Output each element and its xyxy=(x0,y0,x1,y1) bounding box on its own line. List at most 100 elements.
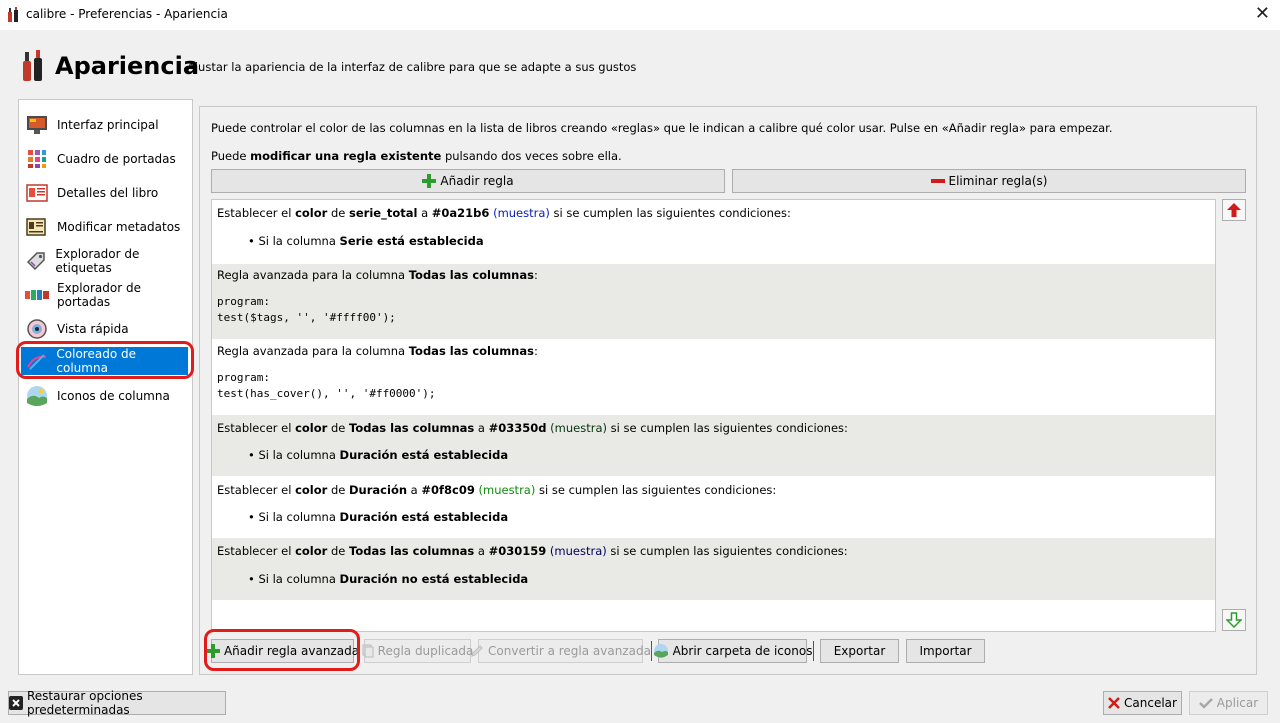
rule-text: Establecer el xyxy=(217,483,296,497)
rule-text: Establecer el xyxy=(217,206,296,220)
rule-color-value: #0f8c09 xyxy=(421,483,475,497)
rule-sample: (muestra) xyxy=(549,544,607,558)
sidebar-item-cuadro-de-portadas[interactable]: Cuadro de portadas xyxy=(21,144,190,174)
rule-text: a xyxy=(474,421,489,435)
sidebar-item-modificar-metadatos[interactable]: Modificar metadatos xyxy=(21,212,190,242)
intro-text: Puede controlar el color de las columnas… xyxy=(211,121,1113,135)
open-icons-label: Abrir carpeta de iconos xyxy=(672,644,813,658)
arrow-down-icon xyxy=(1226,612,1242,628)
hint-text: Puede modificar una regla existente puls… xyxy=(211,149,622,163)
rule-keyword: color xyxy=(295,421,328,435)
highlight-ring-sidebar xyxy=(16,341,194,379)
convert-rule-button[interactable]: Convertir a regla avanzada xyxy=(471,639,651,663)
landscape-icon xyxy=(25,384,49,408)
rule-text: de xyxy=(327,483,350,497)
add-rule-button[interactable]: Añadir regla xyxy=(211,169,725,193)
rule-condition-bold: Duración está establecida xyxy=(339,448,509,462)
apply-label: Aplicar xyxy=(1216,696,1259,710)
cover-browser-icon xyxy=(25,283,49,307)
sidebar-item-label: Detalles del libro xyxy=(57,186,159,200)
book-details-icon xyxy=(25,181,49,205)
rule-code: program: test($tags, '', '#ffff00'); xyxy=(217,295,396,324)
export-label: Exportar xyxy=(833,644,886,658)
close-icon[interactable]: ✕ xyxy=(1255,4,1270,24)
cancel-button[interactable]: Cancelar xyxy=(1103,691,1182,715)
rule-text: : xyxy=(533,344,538,358)
sidebar-item-label: Iconos de columna xyxy=(57,389,170,403)
rules-list[interactable]: Establecer el color de serie_total a #0a… xyxy=(211,199,1216,632)
calibre-app-icon xyxy=(8,7,18,22)
list-item[interactable]: Establecer el color de serie_total a #0a… xyxy=(212,200,1215,264)
sidebar-item-vista-rapida[interactable]: Vista rápida xyxy=(21,314,190,344)
sidebar-item-iconos-de-columna[interactable]: Iconos de columna xyxy=(21,381,190,411)
sidebar-item-explorador-de-portadas[interactable]: Explorador de portadas xyxy=(21,280,190,310)
monitor-icon xyxy=(25,113,49,137)
sidebar-item-label: Modificar metadatos xyxy=(57,220,181,234)
rule-text: : xyxy=(533,268,538,282)
rule-color-value: #03350d xyxy=(488,421,547,435)
arrow-up-icon xyxy=(1227,203,1241,217)
rule-color-value: #0a21b6 xyxy=(431,206,490,220)
sidebar-item-interfaz-principal[interactable]: Interfaz principal xyxy=(21,110,190,140)
rule-keyword: color xyxy=(295,544,328,558)
cancel-label: Cancelar xyxy=(1124,696,1177,710)
rule-text: de xyxy=(327,421,350,435)
tag-icon xyxy=(25,249,47,273)
rule-condition-bold: Duración está establecida xyxy=(339,510,509,524)
sidebar-item-label: Vista rápida xyxy=(57,322,129,336)
open-icons-folder-button[interactable]: Abrir carpeta de iconos xyxy=(653,639,812,663)
rule-condition: Si la columna xyxy=(258,572,340,586)
rule-sample: (muestra) xyxy=(493,206,550,220)
cover-grid-icon xyxy=(25,147,49,171)
rule-condition: Si la columna xyxy=(258,234,340,248)
move-down-button[interactable] xyxy=(1222,609,1246,631)
import-label: Importar xyxy=(919,644,972,658)
apply-button[interactable]: Aplicar xyxy=(1189,691,1268,715)
hint-prefix: Puede xyxy=(211,149,251,163)
rule-text: a xyxy=(474,544,489,558)
page-subtitle: Ajustar la apariencia de la interfaz de … xyxy=(187,60,637,74)
list-item[interactable]: Establecer el color de Duración a #0f8c0… xyxy=(212,476,1215,538)
list-item[interactable]: Establecer el color de Todas las columna… xyxy=(212,415,1215,476)
minus-icon xyxy=(930,174,945,188)
toolbar-separator xyxy=(813,641,814,661)
rule-keyword: color xyxy=(295,483,328,497)
rule-text: de xyxy=(327,206,350,220)
import-button[interactable]: Importar xyxy=(906,639,985,663)
convert-label: Convertir a regla avanzada xyxy=(488,644,651,658)
rule-column: Todas las columnas xyxy=(408,344,534,358)
sidebar-item-label: Interfaz principal xyxy=(57,118,159,132)
remove-rule-button[interactable]: Eliminar regla(s) xyxy=(732,169,1246,193)
duplicate-label: Regla duplicada xyxy=(377,644,474,658)
window-titlebar: calibre - Preferencias - Apariencia ✕ xyxy=(0,0,1280,30)
duplicate-rule-button[interactable]: Regla duplicada xyxy=(362,639,474,663)
landscape-icon xyxy=(653,643,669,659)
list-item[interactable]: Regla avanzada para la columna Todas las… xyxy=(212,339,1215,415)
restore-defaults-button[interactable]: Restaurar opciones predeterminadas xyxy=(8,689,226,717)
sidebar-item-label: Explorador de portadas xyxy=(57,281,141,309)
sidebar-item-label: Cuadro de portadas xyxy=(57,152,176,166)
rule-text: Establecer el xyxy=(217,421,296,435)
list-item[interactable]: Establecer el color de Todas las columna… xyxy=(212,538,1215,600)
sidebar-item-explorador-de-etiquetas[interactable]: Explorador de etiquetas xyxy=(21,246,190,276)
rule-text: Establecer el xyxy=(217,544,296,558)
rule-column: serie_total xyxy=(349,206,418,220)
remove-rule-label: Eliminar regla(s) xyxy=(948,174,1048,188)
rule-color-value: #030159 xyxy=(488,544,547,558)
pencil-icon xyxy=(470,644,484,658)
rule-column: Todas las columnas xyxy=(349,421,475,435)
list-item[interactable]: Regla avanzada para la columna Todas las… xyxy=(212,264,1215,339)
export-button[interactable]: Exportar xyxy=(820,639,899,663)
add-rule-label: Añadir regla xyxy=(440,174,514,188)
sidebar-item-detalles-del-libro[interactable]: Detalles del libro xyxy=(21,178,190,208)
restore-icon xyxy=(9,696,23,710)
rule-text: Regla avanzada para la columna xyxy=(217,344,409,358)
rule-text: si se cumplen las siguientes condiciones… xyxy=(606,421,848,435)
restore-label: Restaurar opciones predeterminadas xyxy=(27,689,143,717)
rule-column: Todas las columnas xyxy=(408,268,534,282)
checkmark-icon xyxy=(1198,697,1213,709)
move-up-button[interactable] xyxy=(1222,199,1246,221)
edit-metadata-icon xyxy=(25,215,49,239)
rule-text: Regla avanzada para la columna xyxy=(217,268,409,282)
rule-sample: (muestra) xyxy=(478,483,536,497)
